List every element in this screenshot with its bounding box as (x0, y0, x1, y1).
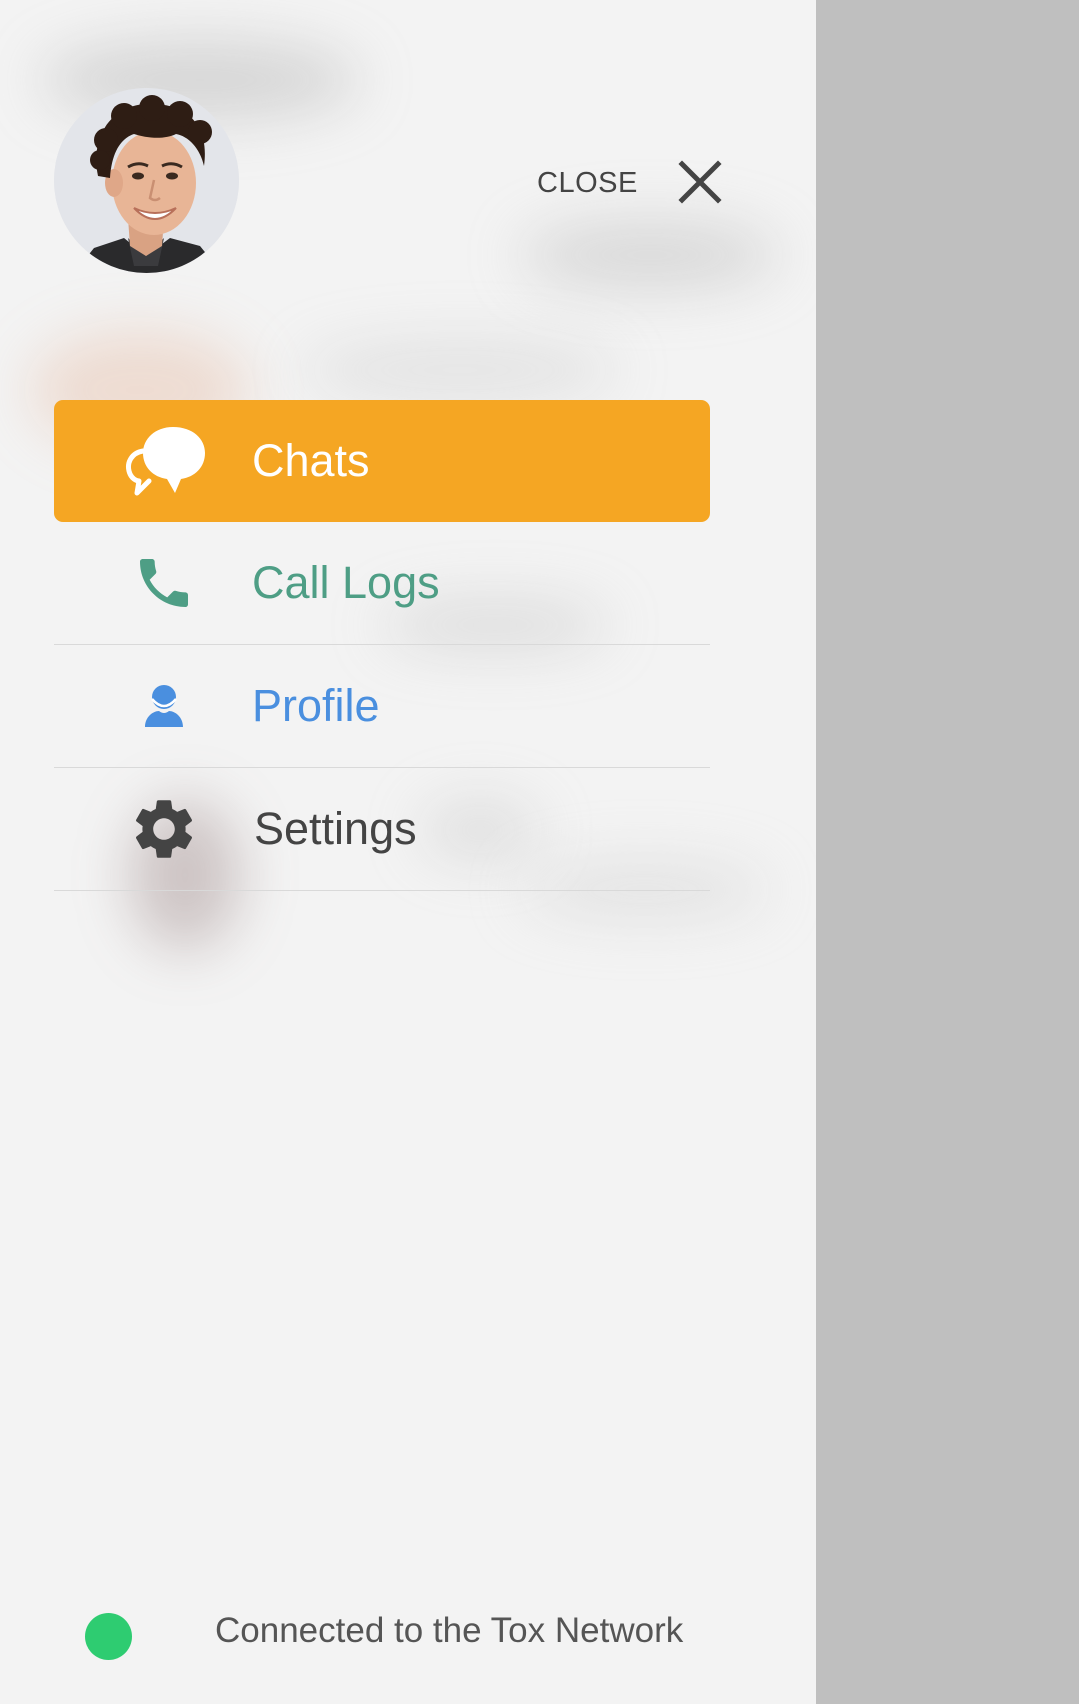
menu-label-chats: Chats (252, 435, 370, 486)
menu-label-profile: Profile (252, 680, 380, 731)
user-avatar-photo (54, 88, 239, 273)
drawer-menu: Chats Call Logs Profile Settings (54, 400, 710, 891)
drawer-scrim[interactable] (816, 0, 1079, 1704)
navigation-drawer: CLOSE Chats Call Logs Profile Settings C… (0, 0, 816, 1704)
close-label: CLOSE (537, 166, 638, 199)
chat-bubbles-icon (116, 413, 212, 509)
close-icon (676, 158, 724, 206)
menu-item-call-logs[interactable]: Call Logs (54, 522, 710, 645)
connection-status: Connected to the Tox Network (85, 1611, 725, 1660)
status-online-icon (85, 1613, 132, 1660)
app-screen: CLOSE Chats Call Logs Profile Settings C… (0, 0, 1079, 1704)
phone-icon (116, 535, 212, 631)
menu-item-settings[interactable]: Settings (54, 768, 710, 891)
menu-label-settings: Settings (254, 803, 417, 854)
background-blur (300, 340, 620, 400)
avatar[interactable] (54, 88, 239, 273)
background-blur (520, 220, 780, 290)
user-icon (116, 658, 212, 754)
close-button[interactable]: CLOSE (530, 150, 730, 216)
menu-item-profile[interactable]: Profile (54, 645, 710, 768)
status-text: Connected to the Tox Network (215, 1611, 684, 1650)
menu-item-chats[interactable]: Chats (54, 400, 710, 522)
gear-icon (116, 781, 212, 877)
menu-label-call-logs: Call Logs (252, 557, 440, 608)
